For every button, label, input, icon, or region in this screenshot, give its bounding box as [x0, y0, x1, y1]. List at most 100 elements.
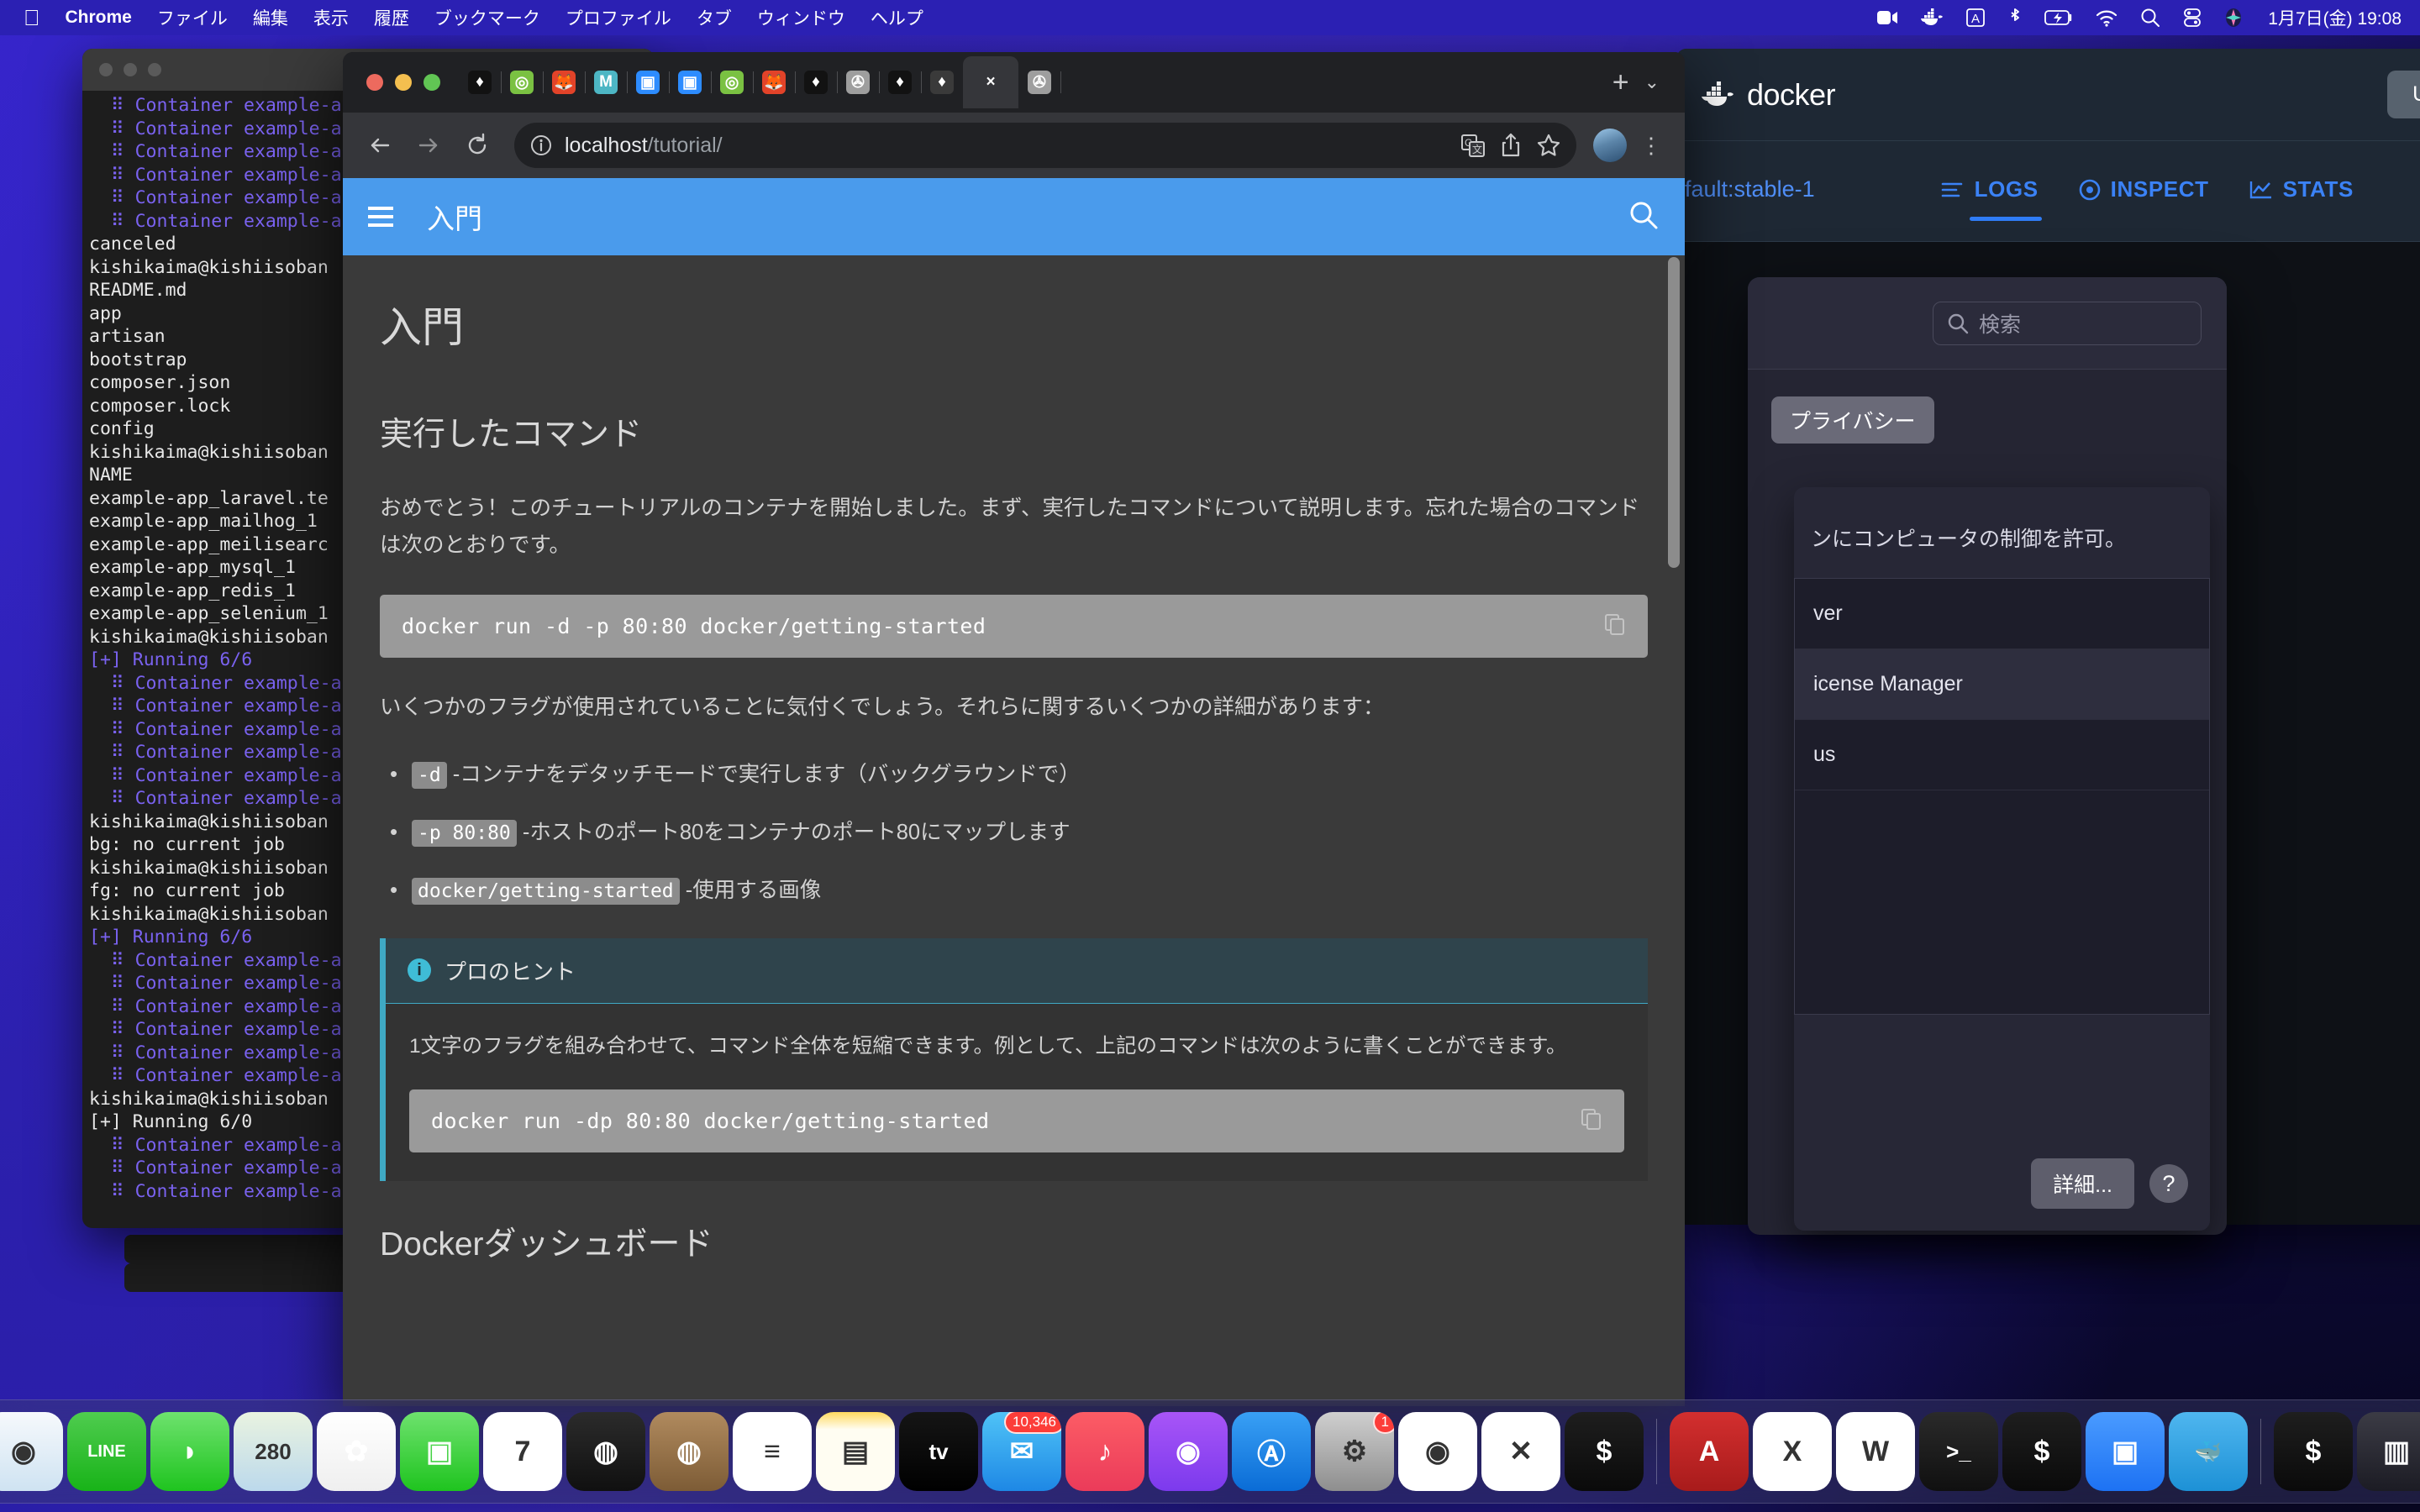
privacy-app-row[interactable]: us	[1795, 720, 2209, 790]
dock-app-acrobat-reader[interactable]: A	[1670, 1412, 1749, 1491]
menu-file[interactable]: ファイル	[157, 5, 228, 30]
chrome-toolbar[interactable]: localhost/tutorial/ G 文 ⋮	[343, 113, 1685, 178]
chrome-close-button[interactable]	[366, 74, 383, 91]
dock-app-photos[interactable]: ✿	[317, 1412, 396, 1491]
dock-app-music[interactable]: ♪	[1065, 1412, 1144, 1491]
spotlight-search-icon[interactable]	[2140, 8, 2160, 28]
menu-edit[interactable]: 編集	[253, 5, 288, 30]
share-icon[interactable]	[1499, 133, 1523, 158]
chrome-minimize-button[interactable]	[395, 74, 412, 91]
search-icon[interactable]	[1628, 199, 1660, 235]
preferences-search-box[interactable]: 検索	[1933, 301, 2202, 345]
battery-charging-icon[interactable]	[2044, 9, 2073, 26]
dock-app-mail[interactable]: ✉ 10,346	[982, 1412, 1061, 1491]
star-icon[interactable]	[1536, 133, 1561, 158]
browser-tab-12[interactable]: ×	[963, 56, 1018, 108]
dock-app-reminders[interactable]: ≡	[733, 1412, 812, 1491]
dock-app-safari[interactable]: ◉	[0, 1412, 63, 1491]
help-button[interactable]: ?	[2149, 1164, 2188, 1203]
chevron-down-icon[interactable]: ⌄	[1644, 71, 1671, 93]
command-block-tip[interactable]: docker run -dp 80:80 docker/getting-star…	[409, 1089, 1624, 1152]
back-button[interactable]	[360, 125, 400, 165]
dock-app-itunes-remote[interactable]: ◍	[566, 1412, 645, 1491]
translate-icon[interactable]: G 文	[1460, 133, 1486, 158]
dock-app-messages[interactable]: ◗	[150, 1412, 229, 1491]
terminal-zoom-button[interactable]	[148, 63, 161, 76]
dock-app-notes[interactable]: ▤	[816, 1412, 895, 1491]
dock-app-terminal-green[interactable]: $	[1565, 1412, 1644, 1491]
dock-app-contacts[interactable]: ◍	[650, 1412, 729, 1491]
dock-app-facetime[interactable]: ▣	[400, 1412, 479, 1491]
profile-avatar[interactable]	[1593, 129, 1627, 162]
dock-app-line[interactable]: LINE	[67, 1412, 146, 1491]
terminal-close-button[interactable]	[99, 63, 113, 76]
tab-stats[interactable]: STATS	[2249, 176, 2354, 218]
copy-icon[interactable]	[1604, 613, 1626, 639]
privacy-app-list[interactable]: ver icense Manager us	[1794, 578, 2210, 1015]
dock-app-apple-tv[interactable]: tv	[899, 1412, 978, 1491]
browser-tab-11[interactable]: ♦	[921, 56, 964, 108]
browser-tab-4[interactable]: ▣	[627, 56, 670, 108]
dock-app-maps[interactable]: 280	[234, 1412, 313, 1491]
input-source-A-icon[interactable]: A	[1965, 8, 1986, 28]
browser-tab-8[interactable]: ♦	[795, 56, 838, 108]
browser-tab-13[interactable]: ✇	[1018, 56, 1061, 108]
dock-app-vs-code[interactable]: ✕	[1481, 1412, 1560, 1491]
menu-tab[interactable]: タブ	[697, 5, 732, 30]
upgrade-button[interactable]: Upgrade	[2387, 71, 2420, 118]
dock-app-terminal[interactable]: $	[2002, 1412, 2081, 1491]
menubar-clock[interactable]: 1月7日(金) 19:08	[2268, 5, 2402, 30]
menubar-app-name[interactable]: Chrome	[66, 8, 132, 28]
copy-icon[interactable]	[1581, 1108, 1602, 1134]
siri-icon[interactable]	[2224, 8, 2243, 28]
menu-view[interactable]: 表示	[313, 5, 349, 30]
apple-logo-icon[interactable]: 	[24, 7, 40, 29]
privacy-app-row[interactable]: icense Manager	[1795, 649, 2209, 720]
zoom-camera-icon[interactable]	[1876, 9, 1898, 26]
menu-history[interactable]: 履歴	[374, 5, 409, 30]
browser-tab-0[interactable]: ♦	[459, 56, 502, 108]
privacy-app-row[interactable]: ver	[1795, 579, 2209, 649]
macos-dock[interactable]: ☺▦◉LINE◗280✿▣7◍◍≡▤tv✉10,346♪◉Ⓐ⚙1◉✕$AXW>_…	[0, 1399, 2420, 1504]
browser-tab-10[interactable]: ♦	[879, 56, 922, 108]
details-button[interactable]: 詳細...	[2031, 1158, 2134, 1209]
hamburger-menu-icon[interactable]	[368, 207, 393, 227]
dock-app-zoom[interactable]: ▣	[2086, 1412, 2165, 1491]
dock-app-docker-desktop[interactable]: 🐳	[2169, 1412, 2248, 1491]
bluetooth-icon[interactable]	[2007, 8, 2023, 28]
dock-app-word[interactable]: W	[1836, 1412, 1915, 1491]
chrome-browser-window[interactable]: ♦ ◎ 🦊 M ▣ ▣ ◎ 🦊 ♦ ✇ ♦ ♦ × ✇ + ⌄ localhos…	[343, 52, 1685, 1406]
command-block-primary[interactable]: docker run -d -p 80:80 docker/getting-st…	[380, 594, 1648, 658]
reload-button[interactable]	[457, 125, 497, 165]
chrome-window-controls[interactable]	[356, 74, 459, 91]
tab-privacy[interactable]: プライバシー	[1771, 396, 1934, 444]
dock-app-minimized-daw[interactable]: ▥	[2357, 1412, 2420, 1491]
macos-menubar[interactable]:  Chrome ファイル 編集 表示 履歴 ブックマーク プロファイル タブ …	[0, 0, 2420, 35]
tab-inspect[interactable]: INSPECT	[2079, 176, 2209, 218]
page-scrollbar[interactable]	[1668, 257, 1680, 568]
kebab-menu-icon[interactable]: ⋮	[1635, 133, 1668, 159]
mini-window-1[interactable]: kishikaima@k	[124, 1235, 351, 1263]
browser-tab-1[interactable]: ◎	[501, 56, 544, 108]
dock-app-calendar[interactable]: 7	[483, 1412, 562, 1491]
browser-tab-3[interactable]: M	[585, 56, 628, 108]
dock-app-excel[interactable]: X	[1753, 1412, 1832, 1491]
menu-window[interactable]: ウィンドウ	[757, 5, 845, 30]
browser-tab-2[interactable]: 🦊	[543, 56, 586, 108]
forward-button[interactable]	[408, 125, 449, 165]
privacy-panel[interactable]: ンにコンピュータの制御を許可。 ver icense Manager us 詳細..…	[1794, 487, 2210, 1231]
menu-help[interactable]: ヘルプ	[871, 5, 923, 30]
dock-app-minimized-terminal[interactable]: $	[2274, 1412, 2353, 1491]
dock-app-google-chrome[interactable]: ◉	[1398, 1412, 1477, 1491]
browser-tab-6[interactable]: ◎	[711, 56, 754, 108]
wifi-icon[interactable]	[2095, 8, 2118, 27]
browser-tab-5[interactable]: ▣	[669, 56, 712, 108]
menu-profiles[interactable]: プロファイル	[566, 5, 671, 30]
menu-bookmarks[interactable]: ブックマーク	[434, 5, 540, 30]
browser-tab-7[interactable]: 🦊	[753, 56, 796, 108]
chrome-zoom-button[interactable]	[424, 74, 440, 91]
dock-app-app-store[interactable]: Ⓐ	[1232, 1412, 1311, 1491]
tab-logs[interactable]: LOGS	[1941, 176, 2042, 221]
chrome-tabstrip[interactable]: ♦ ◎ 🦊 M ▣ ▣ ◎ 🦊 ♦ ✇ ♦ ♦ × ✇ + ⌄	[343, 52, 1685, 113]
docker-whale-icon[interactable]	[1920, 8, 1944, 27]
